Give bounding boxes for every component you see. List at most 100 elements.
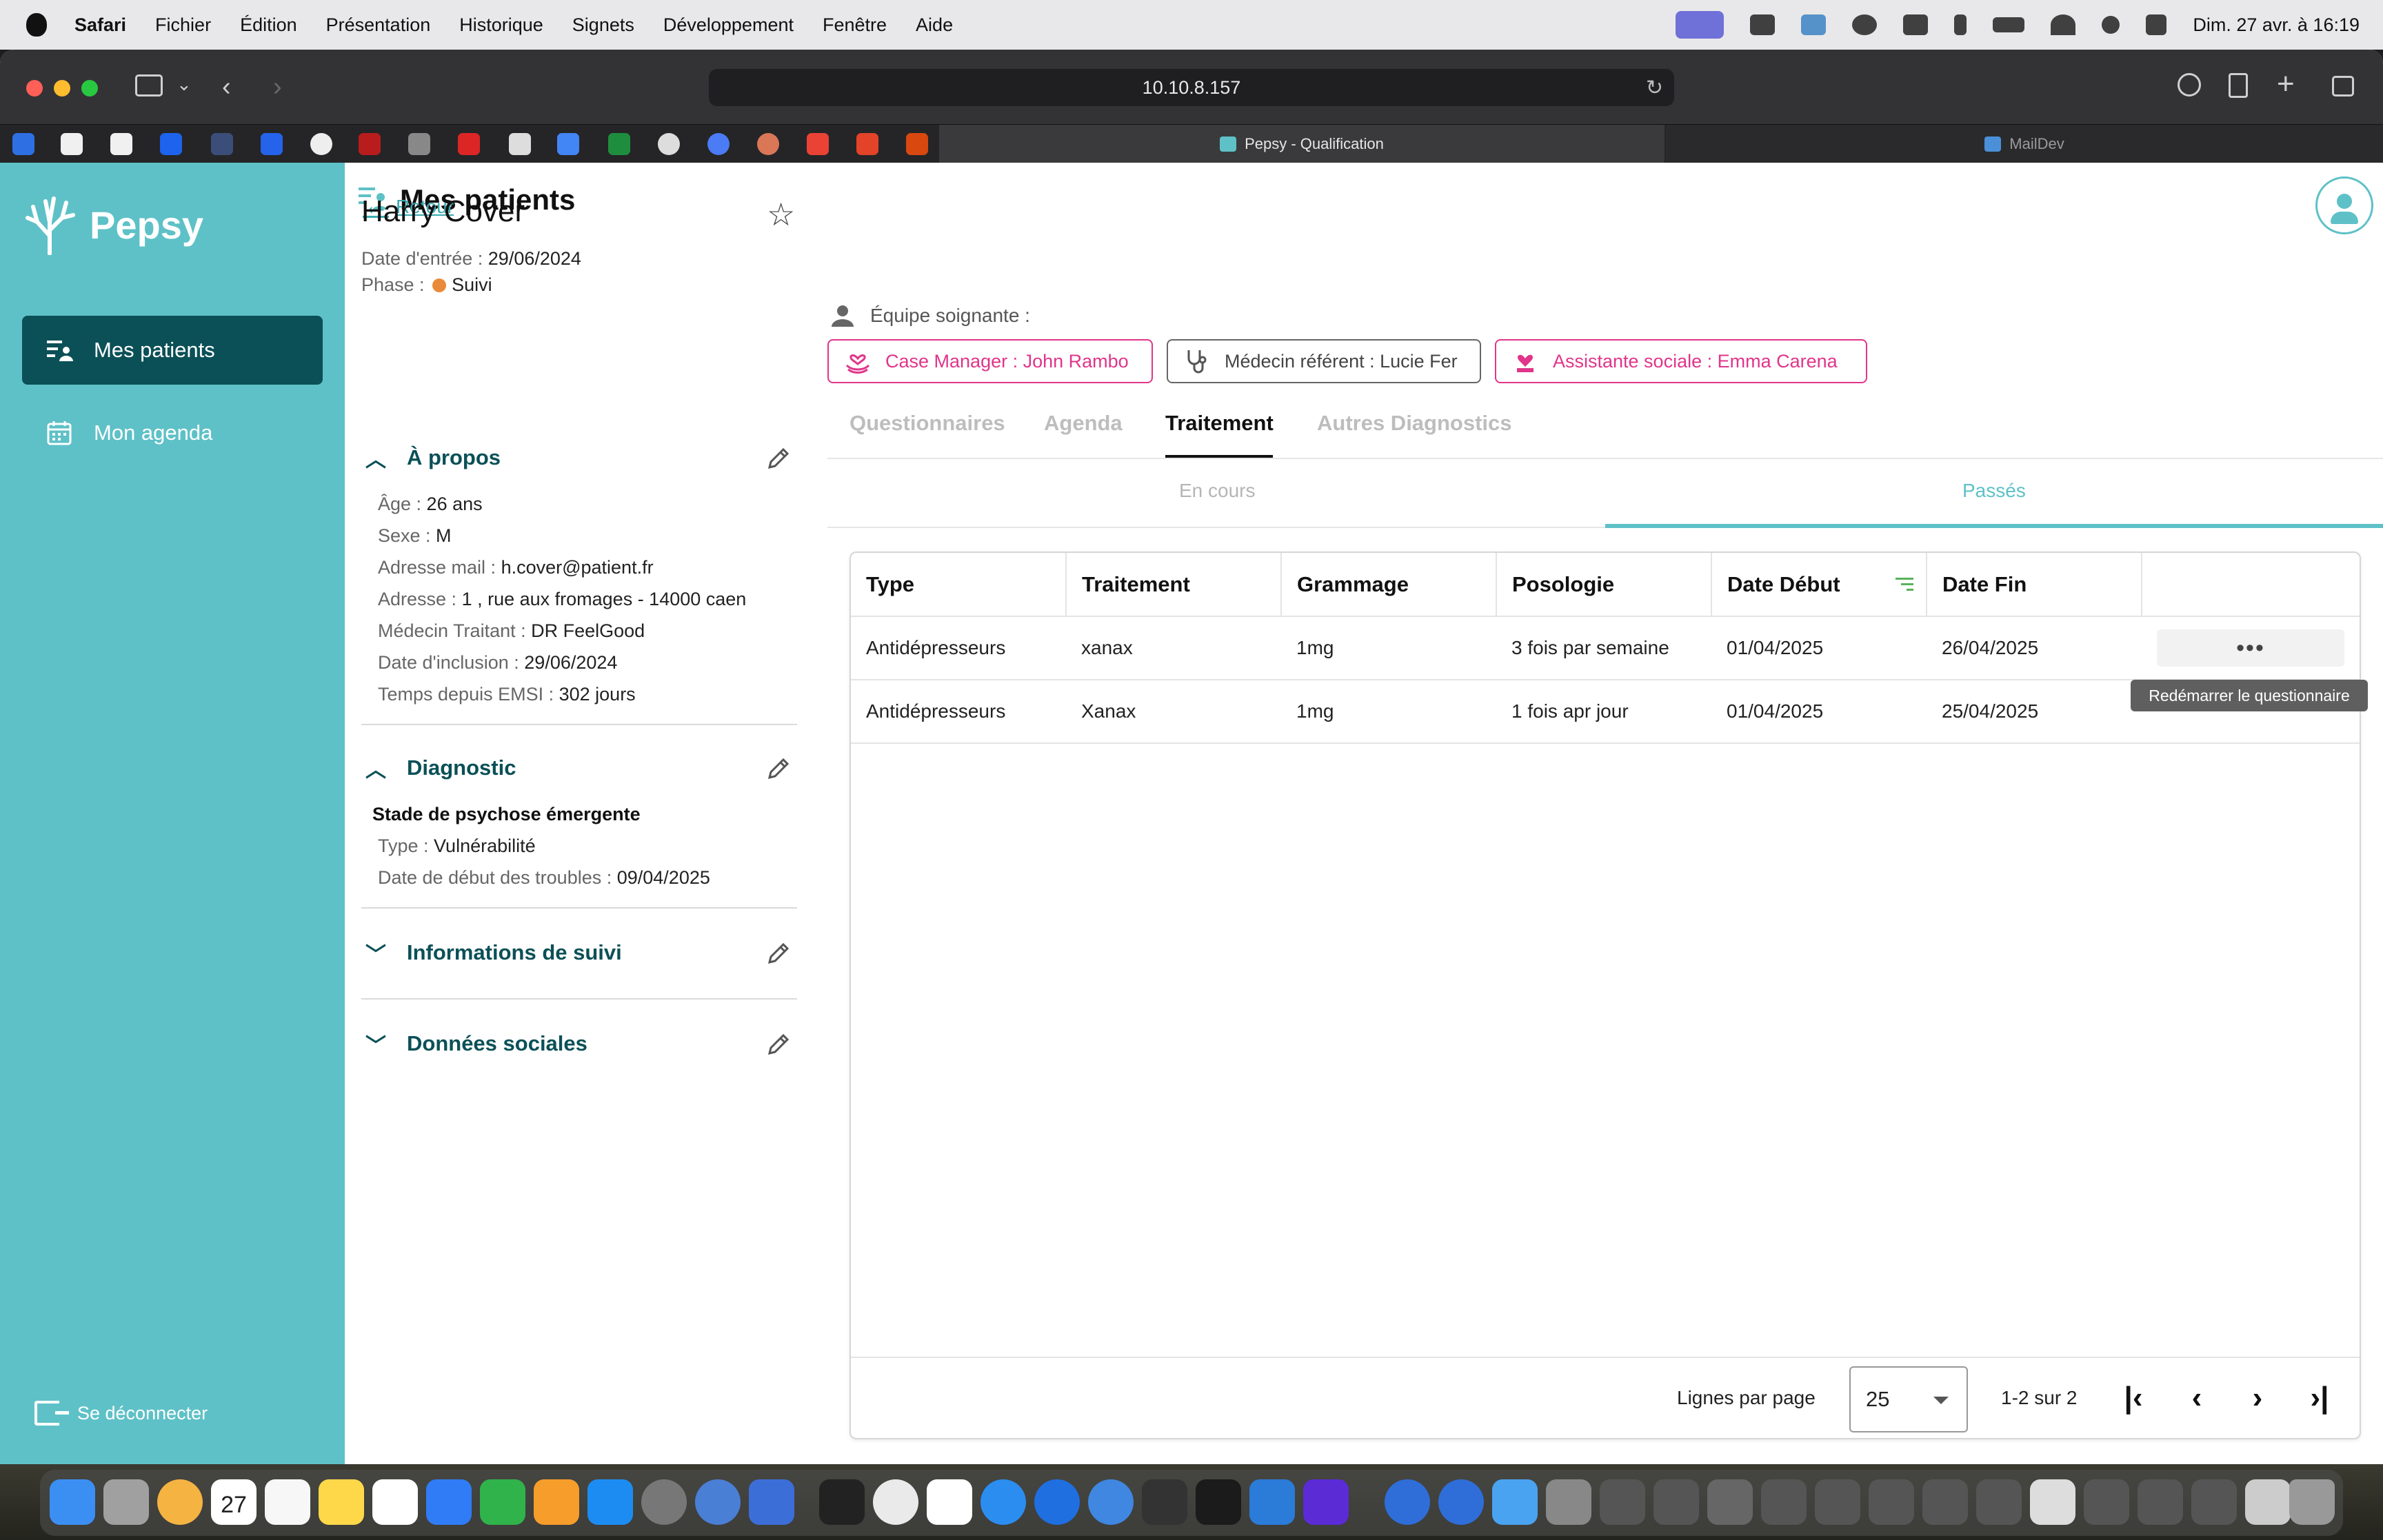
section-follow-up-header[interactable]: ﹀ Informations de suivi	[365, 932, 793, 973]
system-settings-icon[interactable]	[641, 1479, 687, 1525]
safari-icon[interactable]	[981, 1479, 1026, 1525]
control-center-icon[interactable]	[2146, 14, 2167, 35]
menu-aide[interactable]: Aide	[916, 14, 953, 36]
cloud-icon[interactable]	[1903, 14, 1929, 35]
menu-historique[interactable]: Historique	[459, 14, 543, 36]
toggl-icon[interactable]	[1801, 14, 1827, 35]
last-page-icon[interactable]: ›|	[2299, 1377, 2340, 1419]
new-tab-icon[interactable]: +	[2277, 69, 2295, 99]
window-thumbnail-icon[interactable]	[1815, 1479, 1860, 1525]
favorite-profile-icon[interactable]	[211, 133, 233, 155]
notes-icon[interactable]	[319, 1479, 364, 1525]
battery-icon[interactable]	[1993, 17, 2025, 32]
favorite-docker-icon[interactable]	[160, 133, 182, 155]
favorite-meet-icon[interactable]	[608, 133, 630, 155]
spotlight-search-icon[interactable]	[2102, 16, 2120, 34]
wifi-icon[interactable]	[2051, 14, 2076, 35]
favorite-bitcoin-icon[interactable]	[310, 133, 332, 155]
reminders-icon[interactable]	[265, 1479, 310, 1525]
numbers-icon[interactable]	[480, 1479, 525, 1525]
section-diagnostic-header[interactable]: ︿ Diagnostic	[365, 747, 793, 789]
table-row[interactable]: Antidépresseurs xanax 1mg 3 fois par sem…	[851, 616, 2360, 680]
finder-icon[interactable]	[50, 1479, 95, 1525]
tab-questionnaires[interactable]: Questionnaires	[849, 411, 1005, 436]
favorite-jira-icon[interactable]	[12, 133, 34, 155]
minimize-window-button[interactable]	[54, 80, 70, 97]
tab-overview-icon[interactable]	[2332, 76, 2354, 97]
window-thumbnail-icon[interactable]	[1869, 1479, 1914, 1525]
xcode-icon[interactable]	[749, 1479, 794, 1525]
pencil-icon[interactable]	[765, 444, 793, 472]
section-about-header[interactable]: ︿ À propos	[365, 437, 793, 478]
vscode-icon[interactable]	[1249, 1479, 1295, 1525]
menu-developpement[interactable]: Développement	[663, 14, 794, 36]
window-thumbnail-icon[interactable]	[1546, 1479, 1591, 1525]
pencil-icon[interactable]	[765, 1030, 793, 1057]
window-thumbnail-icon[interactable]	[1600, 1479, 1645, 1525]
chrome-icon[interactable]	[873, 1479, 918, 1525]
pages-icon[interactable]	[534, 1479, 579, 1525]
zoom-window-button[interactable]	[81, 80, 98, 97]
reload-icon[interactable]: ↻	[1646, 76, 1663, 100]
window-thumbnail-icon[interactable]	[1653, 1479, 1699, 1525]
favorite-todoist-icon[interactable]	[458, 133, 480, 155]
trash-icon[interactable]	[2289, 1479, 2335, 1525]
favorite-gmail-icon[interactable]	[807, 133, 829, 155]
column-header-posologie[interactable]: Posologie	[1496, 553, 1712, 617]
favorite-gemini-icon[interactable]	[707, 133, 730, 155]
logout-button[interactable]: Se déconnecter	[34, 1401, 208, 1426]
favorite-mail-icon[interactable]	[906, 133, 928, 155]
favorite-gitlab-icon[interactable]	[856, 133, 878, 155]
browser-tab-pepsy[interactable]: Pepsy - Qualification	[939, 125, 1665, 163]
window-thumbnail-icon[interactable]	[1976, 1479, 2022, 1525]
terminal-icon[interactable]	[819, 1479, 865, 1525]
window-thumbnail-icon[interactable]	[2084, 1479, 2129, 1525]
photos-icon[interactable]	[157, 1479, 203, 1525]
column-header-type[interactable]: Type	[851, 553, 1067, 617]
freeform-icon[interactable]	[372, 1479, 418, 1525]
sidebar-toggle-icon[interactable]	[135, 74, 163, 97]
pycharm-icon[interactable]	[1196, 1479, 1241, 1525]
vpn-icon[interactable]	[1852, 14, 1878, 35]
downloads-folder-icon[interactable]	[1492, 1479, 1538, 1525]
favorite-book-icon[interactable]	[359, 133, 381, 155]
previous-page-icon[interactable]: ‹	[2176, 1377, 2218, 1419]
forward-nav-icon[interactable]: ›	[273, 73, 282, 101]
chevron-down-icon[interactable]: ⌄	[177, 70, 192, 98]
instruments-icon[interactable]	[927, 1479, 972, 1525]
favorite-bitwarden-icon[interactable]	[261, 133, 283, 155]
section-social-header[interactable]: ﹀ Données sociales	[365, 1023, 793, 1064]
back-nav-icon[interactable]: ‹	[222, 73, 231, 101]
first-page-icon[interactable]: |‹	[2113, 1377, 2154, 1419]
grammarly-icon[interactable]	[1750, 14, 1776, 35]
sidebar-item-mon-agenda[interactable]: Mon agenda	[22, 398, 323, 467]
gitkraken-icon[interactable]	[1303, 1479, 1349, 1525]
close-window-button[interactable]	[26, 80, 43, 97]
social-assistant-chip[interactable]: Assistante sociale : Emma Carena	[1495, 339, 1867, 383]
more-actions-button[interactable]: •••	[2157, 629, 2344, 667]
referent-doctor-chip[interactable]: Médecin référent : Lucie Fer	[1167, 339, 1481, 383]
menubar-clock[interactable]: Dim. 27 avr. à 16:19	[2193, 14, 2360, 36]
column-header-date-debut[interactable]: Date Début	[1711, 553, 1927, 617]
rows-per-page-select[interactable]: 25	[1849, 1366, 1968, 1432]
sidebar-item-mes-patients[interactable]: Mes patients	[22, 316, 323, 385]
window-thumbnail-icon[interactable]	[2191, 1479, 2237, 1525]
subtab-passes[interactable]: Passés	[1962, 480, 2026, 502]
tab-agenda[interactable]: Agenda	[1044, 411, 1123, 436]
window-thumbnail-icon[interactable]	[1922, 1479, 1968, 1525]
user-avatar-button[interactable]	[2315, 176, 2373, 234]
favorite-doc-icon[interactable]	[408, 133, 430, 155]
star-outline-icon[interactable]: ☆	[767, 196, 795, 233]
favorite-github-icon[interactable]	[61, 133, 83, 155]
tab-traitement[interactable]: Traitement	[1165, 411, 1274, 436]
favorite-github-icon[interactable]	[110, 133, 132, 155]
pencil-icon[interactable]	[765, 754, 793, 782]
launchpad-icon[interactable]	[103, 1479, 149, 1525]
globe-icon[interactable]	[1385, 1479, 1430, 1525]
menu-app-safari[interactable]: Safari	[74, 14, 126, 36]
favorite-calendar-icon[interactable]	[557, 133, 579, 155]
passwords-icon[interactable]	[695, 1479, 741, 1525]
bluetooth-icon[interactable]	[1954, 14, 1967, 35]
tableplus-icon[interactable]	[1142, 1479, 1187, 1525]
tab-autres-diagnostics[interactable]: Autres Diagnostics	[1317, 411, 1512, 436]
